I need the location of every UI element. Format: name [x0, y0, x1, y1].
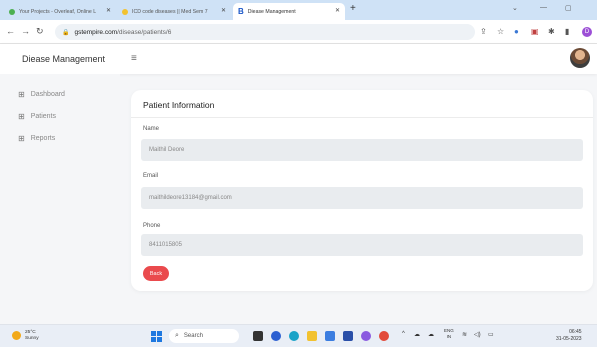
user-avatar[interactable]	[570, 48, 590, 68]
close-tab-icon[interactable]: ✕	[106, 7, 111, 14]
close-tab-icon[interactable]: ✕	[221, 7, 226, 14]
card-title: Patient Information	[143, 100, 215, 110]
tab-title: Diease Management	[247, 8, 296, 15]
battery-icon[interactable]: ▭	[488, 331, 494, 338]
reload-icon[interactable]: ↻	[36, 26, 44, 37]
sidebar-item-reports[interactable]: ⊞ Reports	[18, 134, 55, 143]
url-domain: gstempire.com	[74, 28, 118, 36]
document-favicon-icon	[122, 8, 128, 15]
file-explorer-icon[interactable]	[307, 331, 317, 341]
taskbar: 25°C Sunny ⌕ Search ^ ☁ ☁ ENG IN ≋ ◁) ▭ …	[0, 324, 597, 347]
profile-avatar-icon[interactable]: D	[582, 27, 592, 37]
divider	[131, 117, 593, 118]
puzzle-extensions-icon[interactable]: ✱	[548, 27, 555, 36]
wifi-icon[interactable]: ≋	[462, 331, 467, 338]
tab-title: ICD code diseases || Med Sem 7	[132, 8, 208, 15]
sidebar-item-label: Dashboard	[30, 91, 65, 98]
tab-disease-management[interactable]: B Diease Management ✕	[233, 3, 345, 20]
sidebar-item-label: Reports	[30, 135, 56, 142]
phone-field[interactable]: 8411015805	[141, 234, 583, 256]
browser-tab-strip: Your Projects - Overleaf, Online L ✕ ICD…	[0, 0, 597, 20]
sun-icon	[12, 331, 21, 340]
vscode-icon[interactable]	[325, 331, 335, 341]
grid-icon: ⊞	[18, 90, 25, 99]
address-bar-row: ← → ↻ 🔒 gstempire.com /disease/patients/…	[0, 20, 597, 44]
bookmark-star-icon[interactable]: ☆	[497, 27, 504, 36]
back-button[interactable]: Back	[143, 266, 169, 281]
forward-arrow-icon[interactable]: →	[21, 26, 30, 36]
cloud-icon[interactable]: ☁	[414, 331, 420, 338]
grid-icon: ⊞	[18, 134, 25, 143]
speaker-icon[interactable]: ◁)	[474, 331, 481, 338]
taskbar-search[interactable]: ⌕ Search	[169, 329, 239, 343]
search-placeholder: Search	[183, 333, 203, 339]
menu-toggle-icon[interactable]: ≡	[131, 53, 137, 64]
sidebar-item-patients[interactable]: ⊞ Patients	[18, 112, 56, 121]
sidebar-item-dashboard[interactable]: ⊞ Dashboard	[18, 90, 65, 99]
bootstrap-favicon-icon: B	[238, 7, 244, 16]
chat-icon[interactable]	[271, 331, 281, 341]
language-indicator[interactable]: ENG IN	[444, 328, 454, 340]
overleaf-favicon-icon	[9, 8, 15, 15]
teams-icon[interactable]	[361, 331, 371, 341]
url-field[interactable]: 🔒 gstempire.com /disease/patients/6	[55, 24, 475, 40]
email-field[interactable]: maithildeore13184@gmail.com	[141, 187, 583, 209]
sidepanel-icon[interactable]: ▮	[565, 27, 569, 36]
windows-start-icon[interactable]	[151, 331, 162, 342]
minimize-icon[interactable]: —	[540, 4, 547, 11]
tab-icd-codes[interactable]: ICD code diseases || Med Sem 7 ✕	[117, 3, 231, 20]
weather-widget[interactable]: 25°C Sunny	[12, 330, 39, 341]
task-view-icon[interactable]	[253, 331, 263, 341]
extension-icon[interactable]: ▣	[531, 27, 539, 36]
email-label: Email	[143, 173, 159, 179]
back-arrow-icon[interactable]: ←	[6, 26, 15, 36]
store-icon[interactable]	[343, 331, 353, 341]
tab-title: Your Projects - Overleaf, Online L	[19, 8, 97, 15]
restore-icon[interactable]: ▢	[565, 4, 572, 12]
system-clock[interactable]: 06:45 31-05-2023	[556, 329, 582, 342]
close-tab-icon[interactable]: ✕	[335, 7, 340, 14]
chrome-icon[interactable]	[379, 331, 389, 341]
edge-browser-icon[interactable]	[289, 331, 299, 341]
url-path: /disease/patients/6	[117, 28, 172, 36]
new-tab-button[interactable]: +	[350, 3, 356, 14]
grid-icon: ⊞	[18, 112, 25, 121]
sidebar: ⊞ Dashboard ⊞ Patients ⊞ Reports	[0, 74, 120, 324]
app-header: Diease Management ≡	[0, 44, 597, 74]
name-field[interactable]: Maithil Deore	[141, 139, 583, 161]
tab-overleaf[interactable]: Your Projects - Overleaf, Online L ✕	[4, 3, 116, 20]
name-label: Name	[143, 126, 160, 132]
tab-search-chevron-icon[interactable]: ⌄	[512, 4, 518, 12]
lock-icon: 🔒	[62, 29, 70, 36]
phone-label: Phone	[143, 223, 161, 229]
tray-overflow-icon[interactable]: ^	[402, 331, 405, 337]
extension-icon[interactable]: ●	[514, 27, 519, 36]
share-icon[interactable]: ⇪	[480, 27, 487, 36]
app-brand[interactable]: Diease Management	[22, 54, 105, 64]
sidebar-item-label: Patients	[30, 113, 56, 120]
onedrive-icon[interactable]: ☁	[428, 331, 434, 338]
search-icon: ⌕	[175, 332, 179, 339]
patient-info-card: Patient Information Name Maithil Deore E…	[131, 90, 593, 291]
weather-condition: Sunny	[25, 335, 39, 341]
